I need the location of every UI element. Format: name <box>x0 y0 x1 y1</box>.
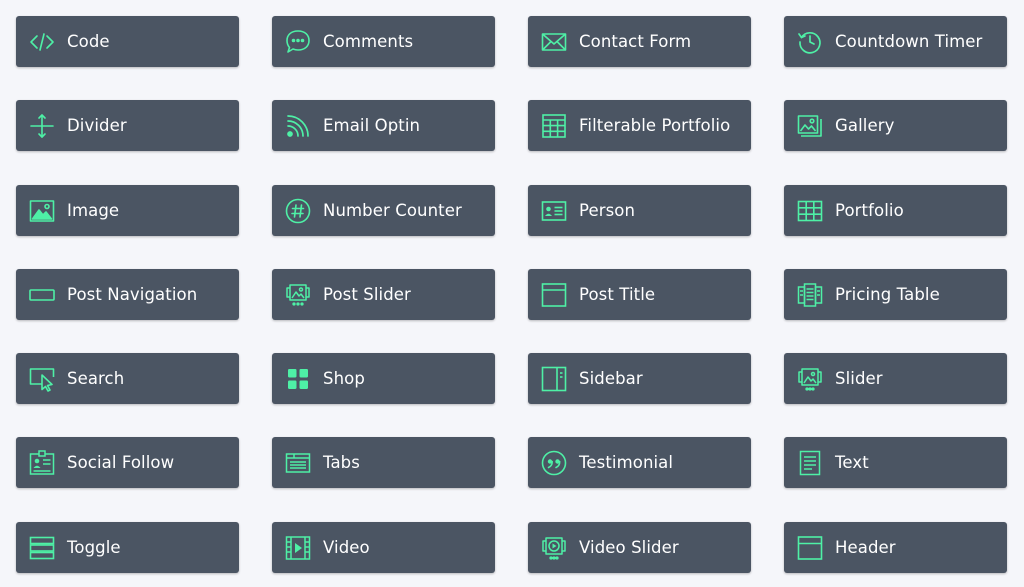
module-label: Toggle <box>67 538 121 557</box>
slider-icon <box>794 363 826 395</box>
module-label: Filterable Portfolio <box>579 116 731 135</box>
module-video-slider[interactable]: Video Slider <box>528 522 751 573</box>
module-social-follow[interactable]: Social Follow <box>16 437 239 488</box>
gallery-icon <box>794 110 826 142</box>
module-code[interactable]: Code <box>16 16 239 67</box>
sidebar-icon <box>538 363 570 395</box>
module-toggle[interactable]: Toggle <box>16 522 239 573</box>
module-gallery[interactable]: Gallery <box>784 100 1007 151</box>
module-sidebar[interactable]: Sidebar <box>528 353 751 404</box>
module-portfolio[interactable]: Portfolio <box>784 185 1007 236</box>
toggle-stack-icon <box>26 532 58 564</box>
module-label: Tabs <box>323 453 360 472</box>
module-label: Countdown Timer <box>835 32 983 51</box>
module-text[interactable]: Text <box>784 437 1007 488</box>
module-label: Gallery <box>835 116 895 135</box>
divider-icon <box>26 110 58 142</box>
module-label: Person <box>579 201 636 220</box>
module-label: Divider <box>67 116 127 135</box>
module-contact-form[interactable]: Contact Form <box>528 16 751 67</box>
module-label: Testimonial <box>579 453 674 472</box>
module-search[interactable]: Search <box>16 353 239 404</box>
badge-icon <box>26 447 58 479</box>
rectangle-icon <box>26 279 58 311</box>
shop-squares-icon <box>282 363 314 395</box>
header-icon <box>794 532 826 564</box>
module-number-counter[interactable]: Number Counter <box>272 185 495 236</box>
pricing-table-icon <box>794 279 826 311</box>
module-label: Image <box>67 201 120 220</box>
module-post-slider[interactable]: Post Slider <box>272 269 495 320</box>
filter-grid-icon <box>538 110 570 142</box>
module-filterable-portfolio[interactable]: Filterable Portfolio <box>528 100 751 151</box>
video-slider-icon <box>538 532 570 564</box>
module-shop[interactable]: Shop <box>272 353 495 404</box>
document-icon <box>794 447 826 479</box>
module-label: Header <box>835 538 896 557</box>
code-icon <box>26 26 58 58</box>
module-label: Slider <box>835 369 883 388</box>
quote-icon <box>538 447 570 479</box>
module-post-title[interactable]: Post Title <box>528 269 751 320</box>
film-icon <box>282 532 314 564</box>
module-label: Video Slider <box>579 538 679 557</box>
module-person[interactable]: Person <box>528 185 751 236</box>
module-countdown-timer[interactable]: Countdown Timer <box>784 16 1007 67</box>
module-label: Video <box>323 538 370 557</box>
window-icon <box>538 279 570 311</box>
module-label: Number Counter <box>323 201 462 220</box>
tabs-icon <box>282 447 314 479</box>
module-label: Social Follow <box>67 453 175 472</box>
id-card-icon <box>538 195 570 227</box>
envelope-icon <box>538 26 570 58</box>
module-label: Post Title <box>579 285 656 304</box>
module-label: Code <box>67 32 110 51</box>
module-post-navigation[interactable]: Post Navigation <box>16 269 239 320</box>
module-label: Email Optin <box>323 116 421 135</box>
module-comments[interactable]: Comments <box>272 16 495 67</box>
image-icon <box>26 195 58 227</box>
module-label: Post Slider <box>323 285 411 304</box>
module-label: Contact Form <box>579 32 692 51</box>
module-label: Portfolio <box>835 201 904 220</box>
module-label: Pricing Table <box>835 285 940 304</box>
comments-icon <box>282 26 314 58</box>
rss-icon <box>282 110 314 142</box>
module-header[interactable]: Header <box>784 522 1007 573</box>
module-image[interactable]: Image <box>16 185 239 236</box>
clock-history-icon <box>794 26 826 58</box>
post-slider-icon <box>282 279 314 311</box>
module-testimonial[interactable]: Testimonial <box>528 437 751 488</box>
module-label: Text <box>835 453 869 472</box>
grid-icon <box>794 195 826 227</box>
module-label: Shop <box>323 369 365 388</box>
module-label: Sidebar <box>579 369 643 388</box>
module-label: Search <box>67 369 125 388</box>
module-tabs[interactable]: Tabs <box>272 437 495 488</box>
module-video[interactable]: Video <box>272 522 495 573</box>
module-label: Post Navigation <box>67 285 198 304</box>
module-pricing-table[interactable]: Pricing Table <box>784 269 1007 320</box>
module-label: Comments <box>323 32 414 51</box>
module-email-optin[interactable]: Email Optin <box>272 100 495 151</box>
hash-icon <box>282 195 314 227</box>
module-divider[interactable]: Divider <box>16 100 239 151</box>
module-grid: Code Comments Contact Form Countdown Tim… <box>0 0 1024 587</box>
cursor-box-icon <box>26 363 58 395</box>
module-slider[interactable]: Slider <box>784 353 1007 404</box>
